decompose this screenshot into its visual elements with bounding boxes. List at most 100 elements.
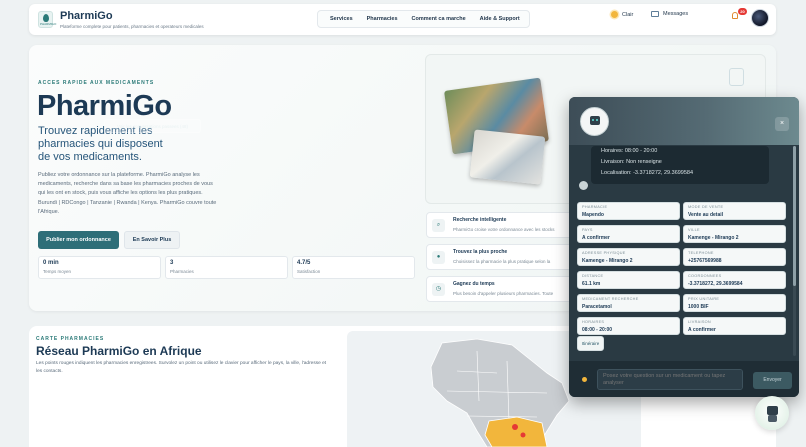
field-value: Vente au detail bbox=[688, 212, 724, 218]
result-field: MEDICAMENT RECHERCHE Paracetamol bbox=[577, 294, 680, 312]
chatbot-launcher[interactable] bbox=[755, 396, 789, 430]
map-eyebrow: CARTE PHARMACIES bbox=[36, 336, 105, 342]
field-value: 61.1 km bbox=[582, 281, 601, 287]
field-value: A confirmer bbox=[582, 235, 610, 241]
theme-label: Clair bbox=[622, 11, 634, 18]
field-key: TELEPHONE bbox=[688, 251, 714, 255]
stat-card: 0 min Temps moyen bbox=[38, 256, 161, 279]
result-field: PHARMACIE Mapendo bbox=[577, 202, 680, 220]
watermark-logo bbox=[729, 68, 744, 86]
feature-card: ⌕ Recherche intelligente PharmiGo croise… bbox=[426, 212, 574, 238]
stat-value: 0 min bbox=[43, 260, 59, 266]
bot-mini-avatar bbox=[579, 181, 588, 190]
result-field: ADRESSE PHYSIQUE Kamenge - Mirango 2 bbox=[577, 248, 680, 266]
field-key: LIVRAISON bbox=[688, 320, 711, 324]
feature-card: ● Trouvez la plus proche Choisissez la p… bbox=[426, 244, 574, 270]
bot-message: Horaires: 08:00 - 20:00 Livraison: Non r… bbox=[591, 146, 769, 184]
field-value: 1000 BIF bbox=[688, 304, 709, 310]
chat-panel bbox=[569, 97, 799, 397]
field-value: Kamenge - Mirango 2 bbox=[582, 258, 633, 264]
pharmacy-marker[interactable] bbox=[520, 432, 526, 438]
feature-desc: PharmiGo croise votre ordonnance avec le… bbox=[453, 227, 555, 232]
result-field: LIVRAISON A confirmer bbox=[683, 317, 786, 335]
field-value: Kamenge - Mirango 2 bbox=[688, 235, 739, 241]
publish-prescription-button[interactable]: Publier mon ordonnance bbox=[38, 231, 119, 249]
chat-scrollbar[interactable] bbox=[793, 146, 796, 356]
message-line: Localisation: -3.3718272, 29.3699584 bbox=[601, 170, 694, 176]
messages-button[interactable]: Messages bbox=[651, 11, 688, 17]
field-key: PHARMACIE bbox=[582, 205, 608, 209]
past-conversations-button[interactable]: Voir les conversations passees (48) bbox=[104, 119, 201, 133]
hero-eyebrow: ACCES RAPIDE AUX MEDICAMENTS bbox=[38, 80, 155, 86]
brand-name[interactable]: PharmiGo bbox=[60, 10, 113, 22]
pill-organizer-photo bbox=[469, 129, 546, 185]
result-field: PRIX UNITAIRE 1000 BIF bbox=[683, 294, 786, 312]
main-nav: Services Pharmacies Comment ca marche Ai… bbox=[317, 10, 530, 28]
map-title: Réseau PharmiGo en Afrique bbox=[36, 344, 202, 358]
bot-avatar bbox=[580, 107, 609, 136]
robot-eye bbox=[592, 119, 594, 121]
field-value: Mapendo bbox=[582, 212, 604, 218]
robot-icon bbox=[767, 406, 778, 415]
stat-value: 3 bbox=[170, 260, 174, 266]
result-field: HORAIRES 08:00 - 20:00 bbox=[577, 317, 680, 335]
brand-logo[interactable]: PHARMIGO bbox=[38, 11, 57, 28]
feature-desc: Choisissez la pharmacie la plus pratique… bbox=[453, 259, 551, 264]
field-value: 08:00 - 20:00 bbox=[582, 327, 613, 333]
message-line: Livraison: Non renseigne bbox=[601, 159, 662, 165]
map-description: Les points rouges indiquent les pharmaci… bbox=[36, 361, 327, 374]
field-key: COORDONNEES bbox=[688, 274, 722, 278]
learn-more-button[interactable]: En Savoir Plus bbox=[124, 231, 180, 249]
result-field: PAYS A confirmer bbox=[577, 225, 680, 243]
user-avatar[interactable] bbox=[751, 9, 769, 27]
search-icon: ⌕ bbox=[432, 219, 445, 232]
notification-badge: 20 bbox=[738, 8, 747, 15]
hero-description: Publiez votre ordonnance sur la platefor… bbox=[38, 172, 217, 215]
field-key: MEDICAMENT RECHERCHE bbox=[582, 297, 639, 301]
send-button[interactable]: Envoyer bbox=[753, 372, 792, 389]
field-value: Paracetamol bbox=[582, 304, 612, 310]
feature-title: Recherche intelligente bbox=[453, 217, 507, 223]
status-dot-icon bbox=[582, 377, 587, 382]
field-key: DISTANCE bbox=[582, 274, 604, 278]
result-field: COORDONNEES -3.3718272, 29.3699584 bbox=[683, 271, 786, 289]
feature-desc: Plus besoin d'appeler plusieurs pharmaci… bbox=[453, 291, 554, 296]
field-key: HORAIRES bbox=[582, 320, 605, 324]
scrollbar-thumb[interactable] bbox=[793, 146, 796, 286]
result-field: MODE DE VENTE Vente au detail bbox=[683, 202, 786, 220]
field-key: MODE DE VENTE bbox=[688, 205, 724, 209]
field-key: PRIX UNITAIRE bbox=[688, 297, 720, 301]
brand-tagline: Plateforme complete pour patients, pharm… bbox=[60, 24, 204, 29]
nav-services[interactable]: Services bbox=[324, 11, 359, 27]
pill-icon bbox=[43, 14, 49, 22]
logo-text: PHARMIGO bbox=[40, 22, 57, 26]
field-key: VILLE bbox=[688, 228, 700, 232]
location-pin-icon: ● bbox=[432, 251, 445, 264]
field-value: A confirmer bbox=[688, 327, 716, 333]
nav-how-it-works[interactable]: Comment ca marche bbox=[406, 11, 472, 27]
field-value: +25767569988 bbox=[688, 258, 722, 264]
message-icon bbox=[651, 11, 659, 17]
robot-eye bbox=[596, 119, 598, 121]
feature-card: ◷ Gagnez du temps Plus besoin d'appeler … bbox=[426, 276, 574, 302]
chat-header bbox=[569, 97, 799, 145]
stat-card: 3 Pharmacies bbox=[165, 256, 288, 279]
pharmacy-marker[interactable] bbox=[512, 424, 518, 430]
itinerary-button[interactable]: Itinéraire bbox=[577, 336, 604, 351]
theme-toggle[interactable]: Clair bbox=[611, 11, 633, 18]
stat-label: Temps moyen bbox=[43, 269, 72, 274]
field-key: PAYS bbox=[582, 228, 593, 232]
nav-pharmacies[interactable]: Pharmacies bbox=[361, 11, 404, 27]
field-value: -3.3718272, 29.3699584 bbox=[688, 281, 743, 287]
stat-value: 4.7/5 bbox=[297, 260, 311, 266]
nav-help-support[interactable]: Aide & Support bbox=[474, 11, 526, 27]
result-field: VILLE Kamenge - Mirango 2 bbox=[683, 225, 786, 243]
robot-body bbox=[768, 415, 777, 422]
stat-label: Satisfaction bbox=[297, 269, 321, 274]
close-icon[interactable]: × bbox=[775, 117, 789, 131]
bell-icon[interactable] bbox=[732, 12, 738, 19]
messages-label: Messages bbox=[663, 11, 689, 17]
hero-stats: 0 min Temps moyen 3 Pharmacies 4.7/5 Sat… bbox=[38, 256, 415, 279]
result-field: TELEPHONE +25767569988 bbox=[683, 248, 786, 266]
chat-input[interactable] bbox=[597, 369, 743, 390]
